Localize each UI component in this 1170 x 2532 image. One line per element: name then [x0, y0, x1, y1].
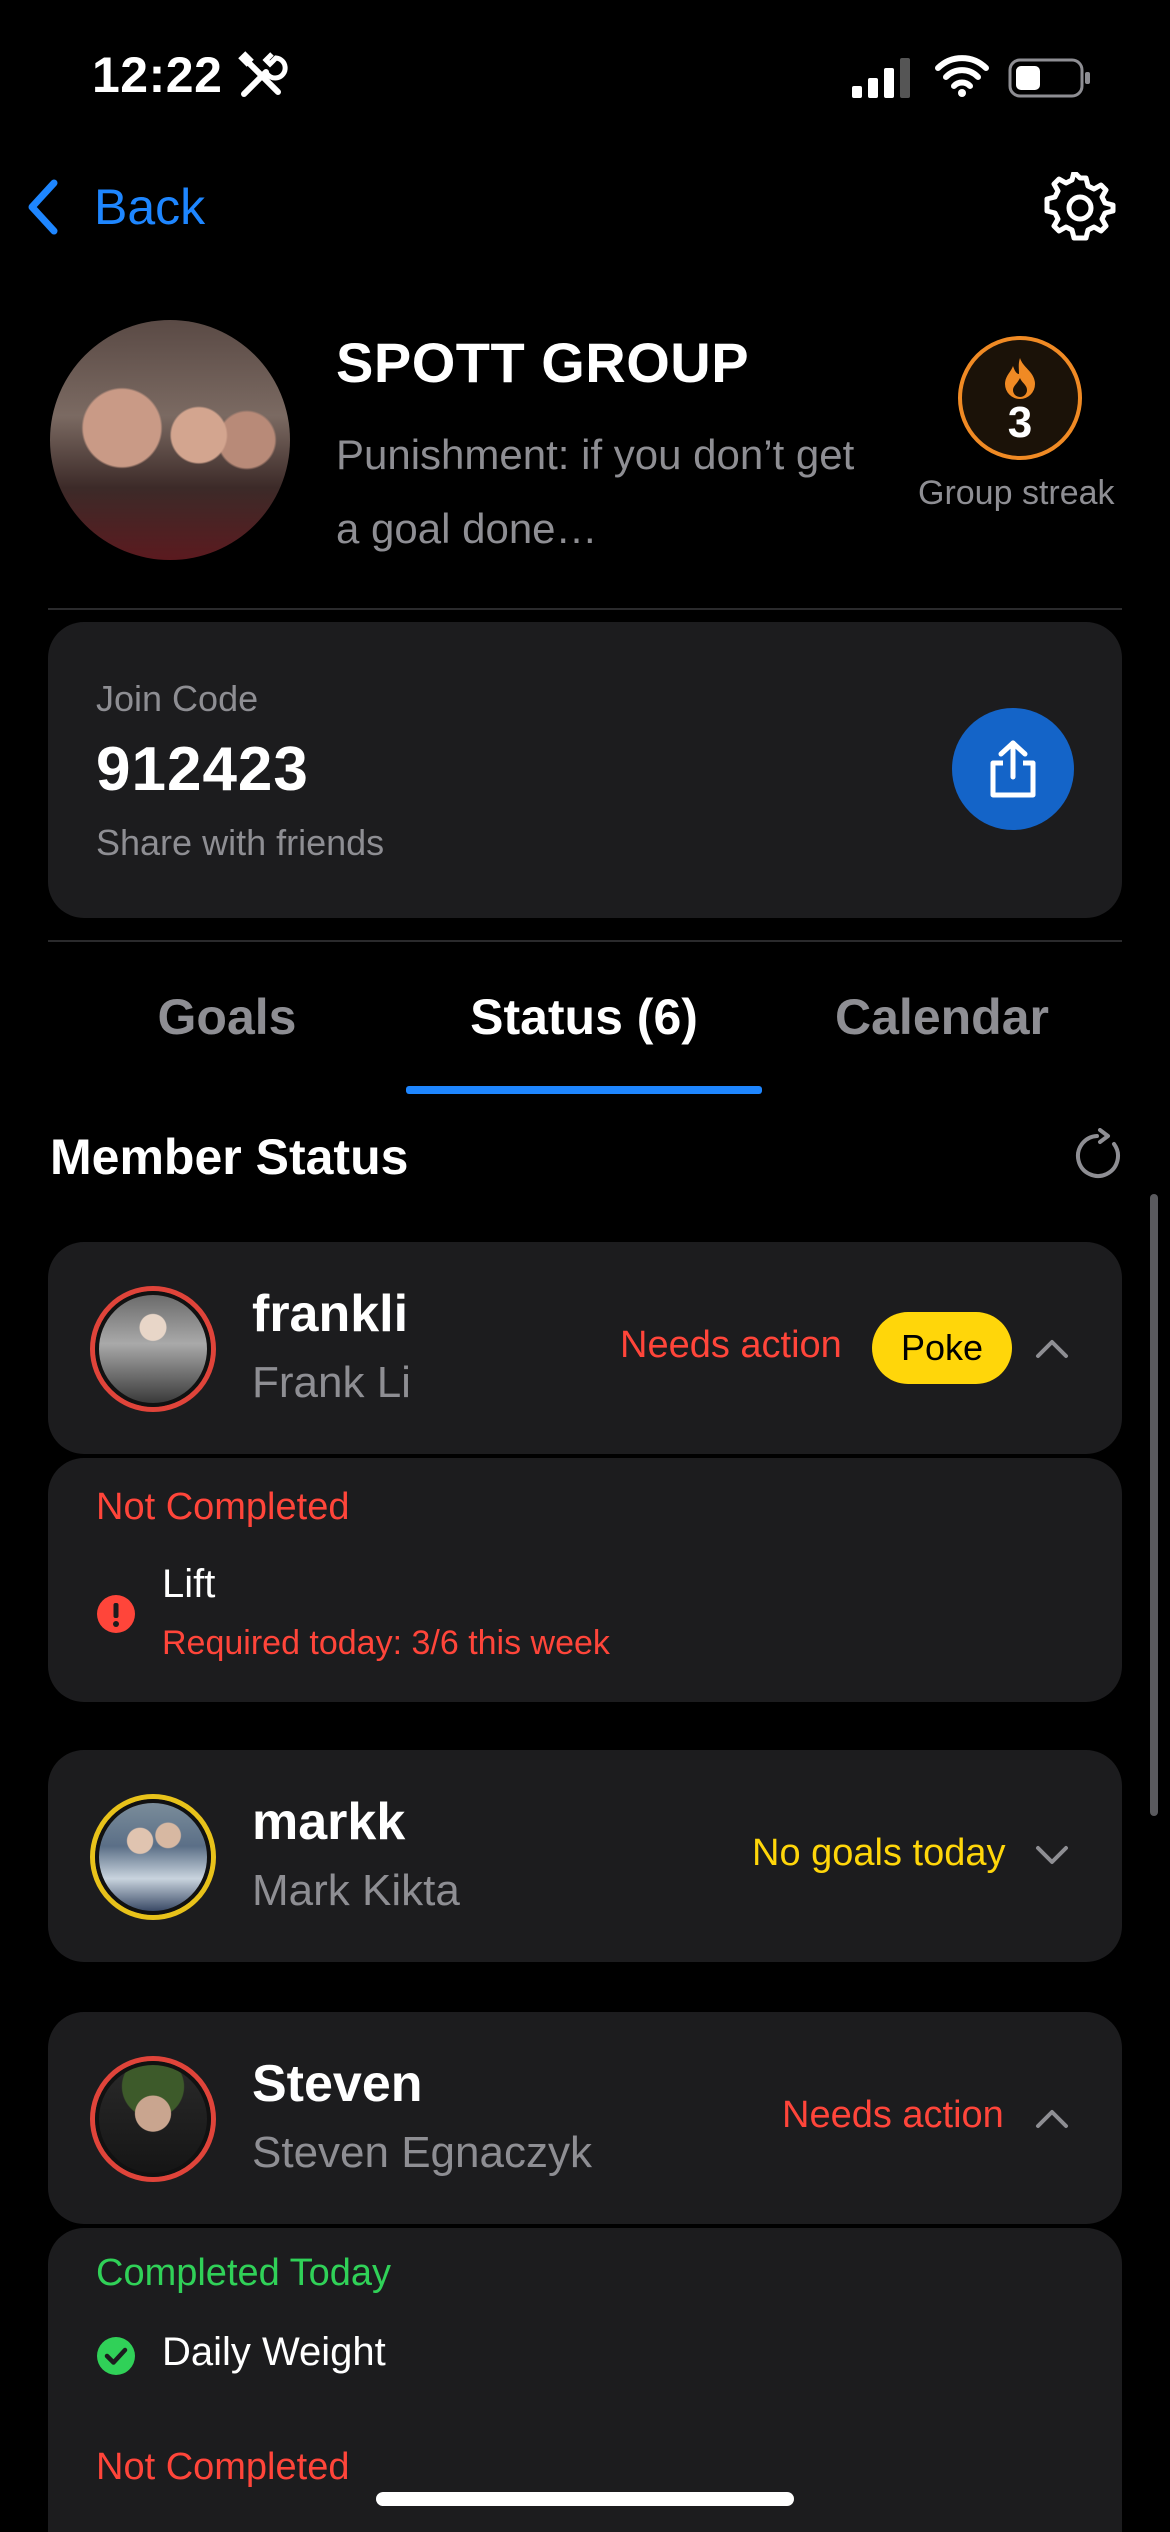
- member-username: markk: [252, 1793, 406, 1851]
- member-status: No goals today: [752, 1832, 1006, 1874]
- goal-requirement: Required today: 3/6 this week: [162, 1624, 610, 1662]
- member-status: Needs action: [620, 1324, 842, 1366]
- goal-name: Lift: [162, 1562, 216, 1606]
- join-code-subtitle: Share with friends: [96, 822, 385, 863]
- member-status: Needs action: [782, 2094, 1004, 2136]
- member-detail-frankli: Not Completed Lift Required today: 3/6 t…: [48, 1458, 1122, 1702]
- avatar: [90, 1286, 216, 1412]
- member-card-frankli[interactable]: frankli Frank Li Needs action Poke: [48, 1242, 1122, 1454]
- tab-status[interactable]: Status (6): [406, 988, 762, 1046]
- home-indicator[interactable]: [376, 2492, 794, 2506]
- avatar: [90, 1794, 216, 1920]
- poke-button[interactable]: Poke: [872, 1312, 1012, 1384]
- cellular-signal-icon: [852, 58, 910, 98]
- member-fullname: Steven Egnaczyk: [252, 2128, 592, 2177]
- member-card-steven[interactable]: Steven Steven Egnaczyk Needs action: [48, 2012, 1122, 2224]
- not-completed-heading: Not Completed: [96, 1486, 350, 1528]
- tab-goals[interactable]: Goals: [48, 988, 406, 1046]
- completed-today-heading: Completed Today: [96, 2252, 392, 2294]
- not-completed-heading: Not Completed: [96, 2446, 350, 2488]
- chevron-left-icon: [28, 179, 58, 235]
- checkmark-circle-icon: [97, 2337, 135, 2375]
- streak-count: 3: [1007, 398, 1033, 447]
- chevron-down-icon[interactable]: [1032, 1838, 1072, 1874]
- group-avatar: [50, 320, 290, 560]
- streak-label: Group streak: [918, 474, 1115, 512]
- member-card-markk[interactable]: markk Mark Kikta No goals today: [48, 1750, 1122, 1962]
- chevron-up-icon[interactable]: [1032, 2100, 1072, 2136]
- status-bar: 12:22: [0, 0, 1170, 150]
- tab-calendar[interactable]: Calendar: [762, 988, 1122, 1046]
- tools-icon: [238, 51, 288, 97]
- member-fullname: Frank Li: [252, 1358, 411, 1407]
- join-code-label: Join Code: [96, 678, 259, 719]
- member-fullname: Mark Kikta: [252, 1866, 460, 1915]
- back-button[interactable]: Back: [24, 172, 205, 242]
- group-description[interactable]: Punishment: if you don’t get a goal done…: [336, 418, 856, 566]
- tab-bar: Goals Status (6) Calendar: [48, 960, 1122, 1096]
- section-title: Member Status: [50, 1129, 409, 1185]
- member-username: frankli: [252, 1285, 409, 1343]
- flame-icon: [1005, 358, 1035, 399]
- avatar: [90, 2056, 216, 2182]
- divider: [48, 940, 1122, 942]
- join-code-card: Join Code 912423 Share with friends: [48, 622, 1122, 918]
- member-detail-steven: Completed Today Daily Weight Not Complet…: [48, 2228, 1122, 2532]
- divider: [48, 608, 1122, 610]
- share-button[interactable]: [952, 708, 1074, 830]
- join-code-value: 912423: [96, 735, 309, 804]
- gear-icon[interactable]: [1044, 172, 1116, 244]
- wifi-icon: [935, 55, 989, 97]
- share-icon: [990, 740, 1036, 798]
- alert-icon: [97, 1595, 135, 1633]
- chevron-up-icon[interactable]: [1032, 1330, 1072, 1366]
- tab-active-indicator: [406, 1086, 762, 1094]
- scrollbar[interactable]: [1150, 1194, 1158, 1816]
- refresh-icon[interactable]: [1070, 1128, 1124, 1184]
- goal-name: Daily Weight: [162, 2330, 386, 2374]
- back-label: Back: [94, 179, 206, 235]
- battery-icon: [1008, 58, 1090, 98]
- group-name: SPOTT GROUP: [336, 331, 750, 394]
- member-username: Steven: [252, 2055, 423, 2113]
- streak-badge: 3: [958, 336, 1082, 460]
- status-time: 12:22: [92, 47, 223, 103]
